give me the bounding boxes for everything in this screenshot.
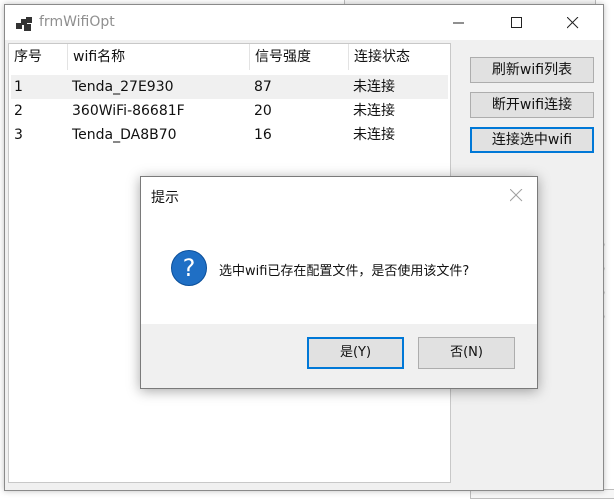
cell-wifi-name: Tenda_27E930: [72, 79, 174, 95]
column-header-signal[interactable]: 信号强度: [250, 44, 349, 70]
table-row[interactable]: 3 Tenda_DA8B70 16 未连接: [11, 123, 448, 147]
cell-status: 未连接: [353, 103, 395, 119]
disconnect-wifi-button[interactable]: 断开wifi连接: [470, 92, 594, 118]
cell-status: 未连接: [353, 79, 395, 95]
confirm-dialog: 提示 ? 选中wifi已存在配置文件，是否使用该文件? 是(Y) 否(N): [140, 176, 538, 389]
cell-signal: 87: [254, 79, 272, 95]
app-icon: [16, 17, 32, 31]
column-header-index[interactable]: 序号: [9, 44, 68, 70]
title-bar[interactable]: frmWifiOpt: [5, 5, 603, 40]
cell-wifi-name: 360WiFi-86681F: [72, 103, 185, 119]
column-header-status[interactable]: 连接状态: [349, 44, 450, 70]
cell-index: 2: [14, 103, 23, 119]
list-header: 序号 wifi名称 信号强度 连接状态: [9, 44, 450, 70]
close-button[interactable]: [551, 5, 597, 40]
refresh-wifi-list-button[interactable]: 刷新wifi列表: [470, 57, 594, 83]
window-title: frmWifiOpt: [39, 14, 115, 30]
yes-button[interactable]: 是(Y): [307, 337, 404, 369]
dialog-title-bar[interactable]: 提示: [141, 177, 537, 214]
minimize-icon: [453, 22, 464, 24]
close-icon: [567, 17, 579, 29]
dialog-title: 提示: [151, 190, 179, 206]
minimize-button[interactable]: [437, 5, 483, 40]
table-row[interactable]: 1 Tenda_27E930 87 未连接: [11, 75, 448, 99]
column-header-name[interactable]: wifi名称: [68, 44, 250, 70]
cell-wifi-name: Tenda_DA8B70: [72, 127, 177, 143]
cell-signal: 20: [254, 103, 272, 119]
no-button[interactable]: 否(N): [418, 337, 515, 369]
maximize-icon: [511, 17, 522, 28]
cell-status: 未连接: [353, 127, 395, 143]
connect-selected-wifi-button[interactable]: 连接选中wifi: [470, 127, 594, 153]
table-row[interactable]: 2 360WiFi-86681F 20 未连接: [11, 99, 448, 123]
dialog-close-icon[interactable]: [510, 189, 523, 202]
cell-index: 3: [14, 127, 23, 143]
dialog-message: 选中wifi已存在配置文件，是否使用该文件?: [219, 264, 470, 279]
question-icon: ?: [171, 250, 207, 286]
maximize-button[interactable]: [495, 5, 541, 40]
cell-signal: 16: [254, 127, 272, 143]
cell-index: 1: [14, 79, 23, 95]
